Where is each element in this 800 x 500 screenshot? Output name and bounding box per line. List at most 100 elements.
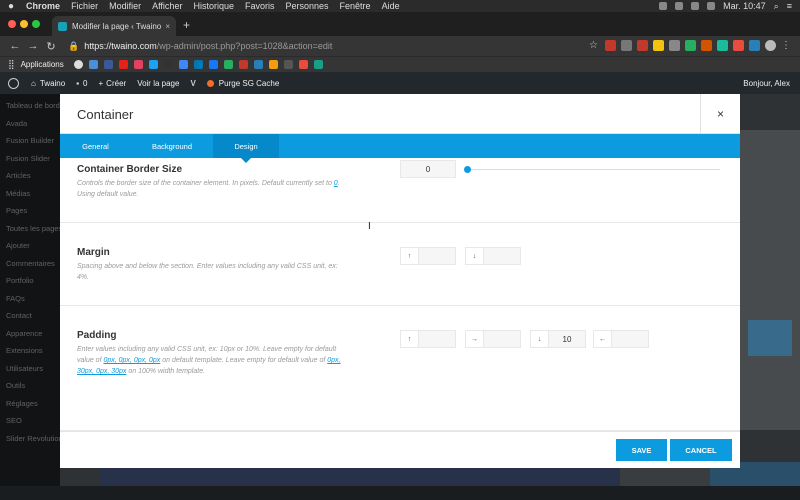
padding-right-field[interactable]: → xyxy=(465,330,521,348)
bookmark-icon[interactable] xyxy=(73,60,83,69)
bookmark-icon[interactable] xyxy=(193,60,203,69)
padding-bottom-value[interactable]: 10 xyxy=(549,331,585,347)
extension-icon[interactable] xyxy=(653,40,664,51)
os-menu-item[interactable]: Historique xyxy=(193,1,234,11)
os-menu-item[interactable]: Modifier xyxy=(109,1,141,11)
padding-top-field[interactable]: ↑ xyxy=(400,330,456,348)
os-menu-app[interactable]: Chrome xyxy=(26,1,60,11)
wifi-icon[interactable] xyxy=(691,2,700,10)
back-arrow-icon[interactable]: ← xyxy=(8,40,22,52)
wp-sidebar-item[interactable]: Ajouter xyxy=(0,234,60,252)
wp-sidebar-item[interactable]: Tableau de bord xyxy=(0,94,60,112)
padding-bottom-field[interactable]: ↓ 10 xyxy=(530,330,586,348)
wp-plugin-v-icon[interactable]: V xyxy=(190,79,195,88)
window-close-button[interactable] xyxy=(8,20,16,28)
reload-icon[interactable]: ↻ xyxy=(44,40,58,53)
bookmark-star-icon[interactable]: ☆ xyxy=(589,40,600,51)
os-menu-item[interactable]: Fenêtre xyxy=(340,1,371,11)
extension-icon[interactable] xyxy=(701,40,712,51)
wp-sidebar-item[interactable]: Médias xyxy=(0,182,60,200)
extension-icon[interactable] xyxy=(685,40,696,51)
wp-sidebar-item[interactable]: Utilisateurs xyxy=(0,357,60,375)
extension-icon[interactable] xyxy=(733,40,744,51)
more-menu-icon[interactable]: ⋮ xyxy=(781,40,792,51)
wp-sidebar-item[interactable]: Toutes les pages xyxy=(0,217,62,235)
bookmark-icon[interactable] xyxy=(133,60,143,69)
margin-bottom-field[interactable]: ↓ xyxy=(465,247,521,265)
wp-sidebar-item[interactable]: FAQs xyxy=(0,287,60,305)
border-size-slider-handle[interactable] xyxy=(464,166,471,173)
extension-icon[interactable] xyxy=(749,40,760,51)
browser-tab[interactable]: Modifier la page ‹ Twaino — W × xyxy=(52,16,176,36)
wp-sidebar-item[interactable]: Contact xyxy=(0,304,60,322)
forward-arrow-icon[interactable]: → xyxy=(26,40,40,52)
profile-avatar-icon[interactable] xyxy=(765,40,776,51)
save-button[interactable]: SAVE xyxy=(616,439,667,461)
extension-icon[interactable] xyxy=(717,40,728,51)
apps-grid-icon[interactable]: ⣿ xyxy=(8,59,15,70)
bookmark-icon[interactable] xyxy=(163,60,173,69)
margin-top-value[interactable] xyxy=(419,248,455,264)
os-menu-item[interactable]: Favoris xyxy=(245,1,275,11)
bookmark-icon[interactable] xyxy=(268,60,278,69)
tab-design[interactable]: Design xyxy=(213,134,279,163)
default-value-link[interactable]: 0px, 0px, 0px, 0px xyxy=(103,357,160,364)
wp-sidebar-item[interactable]: Slider Revolution xyxy=(0,427,63,445)
extension-icon[interactable] xyxy=(669,40,680,51)
window-zoom-button[interactable] xyxy=(32,20,40,28)
wp-greeting[interactable]: Bonjour, Alex xyxy=(743,79,790,88)
wp-sidebar-item[interactable]: Fusion Slider xyxy=(0,147,60,165)
margin-top-field[interactable]: ↑ xyxy=(400,247,456,265)
padding-left-field[interactable]: ← xyxy=(593,330,649,348)
close-icon[interactable]: × xyxy=(165,22,170,31)
battery-icon[interactable] xyxy=(707,2,716,10)
tab-background[interactable]: Background xyxy=(131,134,213,158)
os-menu-item[interactable]: Personnes xyxy=(286,1,329,11)
border-size-input[interactable]: 0 xyxy=(400,160,456,178)
border-size-slider-track[interactable] xyxy=(468,169,720,170)
status-icon[interactable] xyxy=(675,2,684,10)
cancel-button[interactable]: CANCEL xyxy=(670,439,732,461)
wp-cache-link[interactable]: Purge SG Cache xyxy=(206,79,279,88)
bookmark-icon[interactable] xyxy=(298,60,308,69)
os-menu-item[interactable]: Aide xyxy=(382,1,400,11)
tab-general[interactable]: General xyxy=(60,134,131,158)
wordpress-logo-icon[interactable] xyxy=(8,77,19,89)
os-menu-item[interactable]: Fichier xyxy=(71,1,98,11)
wp-sidebar-item[interactable]: SEO xyxy=(0,409,60,427)
os-menu-item[interactable]: Afficher xyxy=(152,1,182,11)
wp-view-link[interactable]: Voir la page xyxy=(137,79,179,88)
bookmark-icon[interactable] xyxy=(118,60,128,69)
wp-sidebar-item[interactable]: Pages xyxy=(0,199,60,217)
extension-icon[interactable] xyxy=(621,40,632,51)
bookmark-icon[interactable] xyxy=(178,60,188,69)
status-icon[interactable] xyxy=(659,2,668,10)
bookmark-icon[interactable] xyxy=(238,60,248,69)
bookmark-icon[interactable] xyxy=(313,60,323,69)
padding-right-value[interactable] xyxy=(484,331,520,347)
menu-icon[interactable]: ≡ xyxy=(787,1,792,11)
os-clock[interactable]: Mar. 10:47 xyxy=(723,1,766,11)
wp-site-link[interactable]: ⌂ Twaino xyxy=(31,79,65,88)
extension-icon[interactable] xyxy=(605,40,616,51)
extension-icon[interactable] xyxy=(637,40,648,51)
search-icon[interactable]: ⌕ xyxy=(774,1,779,12)
wp-sidebar-item[interactable]: Réglages xyxy=(0,392,60,410)
new-tab-button[interactable]: + xyxy=(183,18,190,32)
window-minimize-button[interactable] xyxy=(20,20,28,28)
wp-new-link[interactable]: + Créer xyxy=(99,79,127,88)
modal-close-button[interactable]: × xyxy=(700,94,740,134)
bookmark-icon[interactable] xyxy=(208,60,218,69)
wp-sidebar-item[interactable]: Apparence xyxy=(0,322,60,340)
wp-sidebar-item[interactable]: Fusion Builder xyxy=(0,129,60,147)
wp-sidebar-item[interactable]: Commentaires xyxy=(0,252,60,270)
bookmark-icon[interactable] xyxy=(223,60,233,69)
bookmark-icon[interactable] xyxy=(103,60,113,69)
bookmark-icon[interactable] xyxy=(253,60,263,69)
wp-sidebar-item[interactable]: Portfolio xyxy=(0,269,60,287)
url-field[interactable]: 🔒 https://twaino.com/wp-admin/post.php?po… xyxy=(68,41,332,52)
bookmark-icon[interactable] xyxy=(148,60,158,69)
bookmark-apps[interactable]: Applications xyxy=(21,60,64,69)
wp-comments-link[interactable]: ▪ 0 xyxy=(76,79,87,88)
wp-sidebar-item[interactable]: Outils xyxy=(0,374,60,392)
